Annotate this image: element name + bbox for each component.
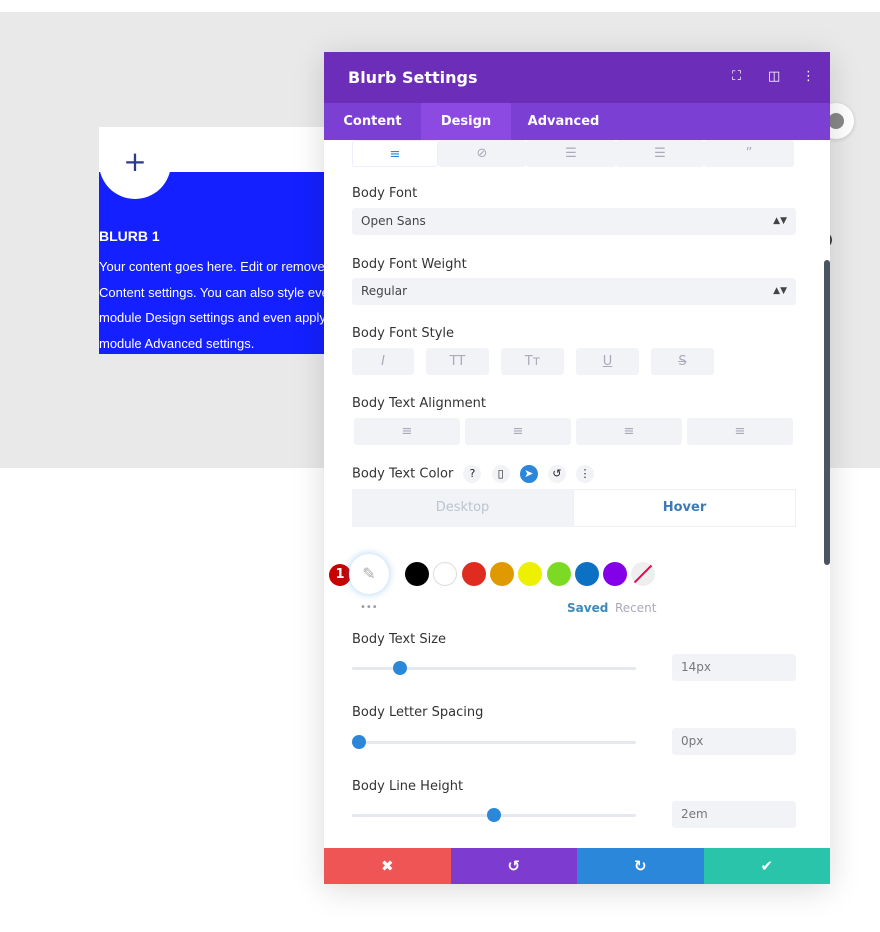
blurb-line: module Advanced settings. xyxy=(99,335,255,351)
body-text-color-row: Body Text Color ? ▯ ➤ ↺ ⋮ xyxy=(352,465,595,483)
redo-button[interactable]: ↻ xyxy=(577,848,704,884)
cancel-button[interactable]: ✖ xyxy=(324,848,451,884)
body-text-alignment-label: Body Text Alignment xyxy=(352,396,486,411)
body-text-color-label: Body Text Color xyxy=(352,466,454,482)
body-font-weight-select[interactable]: Regular ▲▼ xyxy=(352,278,796,305)
color-swatch[interactable] xyxy=(461,562,486,586)
select-arrows-icon: ▲▼ xyxy=(773,286,787,296)
text-subtabs: ≡ ⊘ ☰ ☰ ” xyxy=(352,140,794,167)
color-swatch[interactable] xyxy=(574,562,599,586)
underline-button[interactable]: U xyxy=(576,348,639,375)
blurb-line: Content settings. You can also style eve… xyxy=(99,284,325,300)
device-icon[interactable]: ▯ xyxy=(491,465,510,483)
body-letter-spacing-label: Body Letter Spacing xyxy=(352,705,484,720)
alignment-buttons: ≡ ≡ ≡ ≡ xyxy=(354,418,793,445)
color-swatch[interactable] xyxy=(433,562,458,586)
slider-handle[interactable] xyxy=(487,808,501,822)
body-text-size-label: Body Text Size xyxy=(352,632,447,647)
color-swatch[interactable] xyxy=(518,562,543,586)
uppercase-button[interactable]: TT xyxy=(426,348,489,375)
body-text-size-slider[interactable] xyxy=(352,661,636,675)
align-right-button[interactable]: ≡ xyxy=(576,418,682,445)
saved-tab[interactable]: Saved xyxy=(567,601,608,615)
focus-icon[interactable]: ⛶ xyxy=(732,69,741,84)
more-vertical-icon[interactable]: ⋮ xyxy=(802,69,815,84)
quote-icon[interactable]: ” xyxy=(704,140,794,167)
body-font-weight-value: Regular xyxy=(361,284,408,298)
body-line-height-input[interactable]: 2em xyxy=(672,801,796,828)
body-font-label: Body Font xyxy=(352,186,418,201)
body-font-style-label: Body Font Style xyxy=(352,326,455,341)
help-icon[interactable]: ? xyxy=(463,465,482,483)
eyedropper-icon: ✎ xyxy=(362,564,376,583)
scrollbar[interactable] xyxy=(824,260,830,565)
select-arrows-icon: ▲▼ xyxy=(773,216,787,226)
blurb-line: module Design settings and even apply cu… xyxy=(99,310,325,325)
align-left-button[interactable]: ≡ xyxy=(354,418,460,445)
body-letter-spacing-slider[interactable] xyxy=(352,735,636,749)
tab-advanced[interactable]: Advanced xyxy=(511,103,616,140)
panel-title: Blurb Settings xyxy=(348,68,478,87)
color-swatch[interactable] xyxy=(489,562,514,586)
clear-color-swatch[interactable] xyxy=(631,562,655,586)
more-icon[interactable]: ⋮ xyxy=(576,465,595,483)
color-swatch[interactable] xyxy=(405,562,429,586)
save-button[interactable]: ✔ xyxy=(703,848,830,884)
align-center-button[interactable]: ≡ xyxy=(465,418,571,445)
list-icon[interactable]: ☰ xyxy=(526,140,616,167)
strikethrough-button[interactable]: S xyxy=(651,348,714,375)
mode-hover[interactable]: Hover xyxy=(573,489,796,527)
step-badge: 1 xyxy=(329,564,351,586)
tab-bar: Content Design Advanced xyxy=(324,103,830,140)
align-justify-button[interactable]: ≡ xyxy=(687,418,793,445)
italic-button[interactable]: I xyxy=(352,348,414,375)
font-style-buttons: I TT Tт U S xyxy=(352,348,714,375)
recent-tab[interactable]: Recent xyxy=(615,601,656,615)
blurb-line: Your content goes here. Edit or remove t… xyxy=(99,259,325,274)
split-view-icon[interactable]: ◫ xyxy=(768,69,780,84)
body-font-select[interactable]: Open Sans ▲▼ xyxy=(352,208,796,235)
body-font-value: Open Sans xyxy=(361,214,426,228)
color-swatch[interactable] xyxy=(546,562,571,586)
body-font-weight-label: Body Font Weight xyxy=(352,257,467,272)
add-image-button[interactable]: + xyxy=(99,127,171,199)
undo-button[interactable]: ↺ xyxy=(450,848,577,884)
slider-handle[interactable] xyxy=(352,735,366,749)
capitalize-button[interactable]: Tт xyxy=(501,348,564,375)
settings-panel: Blurb Settings ⛶ ◫ ⋮ Content Design Adva… xyxy=(324,52,830,884)
eyedropper-button[interactable]: ✎ xyxy=(349,554,389,594)
blurb-title: BLURB 1 xyxy=(99,228,160,244)
blurb-body: Your content goes here. Edit or remove t… xyxy=(99,254,325,356)
panel-footer: ✖ ↺ ↻ ✔ xyxy=(324,848,830,884)
body-line-height-label: Body Line Height xyxy=(352,779,464,794)
reset-icon[interactable]: ↺ xyxy=(547,465,566,483)
more-swatches-icon[interactable]: ••• xyxy=(360,602,378,613)
tab-content[interactable]: Content xyxy=(324,103,421,140)
color-swatch[interactable] xyxy=(603,562,628,586)
plus-icon: + xyxy=(123,145,147,178)
globe-icon xyxy=(828,113,844,129)
body-text-size-input[interactable]: 14px xyxy=(672,654,796,681)
mode-toggle: Desktop Hover xyxy=(352,489,796,527)
body-letter-spacing-input[interactable]: 0px xyxy=(672,728,796,755)
tab-design[interactable]: Design xyxy=(421,103,511,140)
link-icon[interactable]: ⊘ xyxy=(438,140,526,167)
ordered-list-icon[interactable]: ☰ xyxy=(616,140,704,167)
align-text-icon[interactable]: ≡ xyxy=(352,140,438,167)
slider-handle[interactable] xyxy=(392,661,407,675)
panel-header: Blurb Settings ⛶ ◫ ⋮ xyxy=(324,52,830,103)
body-line-height-slider[interactable] xyxy=(352,808,636,822)
mode-desktop[interactable]: Desktop xyxy=(352,489,573,527)
hover-cursor-icon[interactable]: ➤ xyxy=(519,465,538,483)
